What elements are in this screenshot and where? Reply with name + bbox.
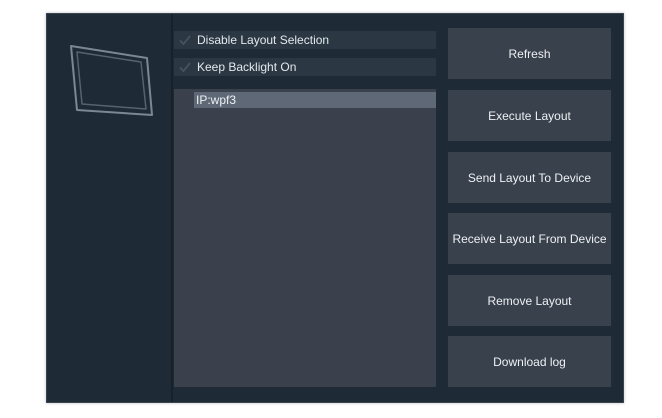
keep-backlight-on-label: Keep Backlight On: [197, 60, 297, 74]
tablet-icon: [70, 45, 153, 116]
remove-layout-button[interactable]: Remove Layout: [448, 275, 611, 326]
layout-manager-window: Disable Layout Selection Keep Backlight …: [46, 13, 624, 403]
send-layout-to-device-button[interactable]: Send Layout To Device: [448, 152, 611, 203]
keep-backlight-on-option[interactable]: Keep Backlight On: [174, 58, 436, 76]
keep-backlight-on-checkbox[interactable]: [178, 60, 192, 74]
download-log-button[interactable]: Download log: [448, 336, 611, 387]
disable-layout-selection-label: Disable Layout Selection: [197, 33, 330, 47]
disable-layout-selection-option[interactable]: Disable Layout Selection: [174, 31, 436, 49]
device-list[interactable]: IP:wpf3: [174, 89, 436, 387]
checkmark-icon: [179, 62, 191, 73]
checkmark-icon: [179, 35, 191, 46]
execute-layout-button[interactable]: Execute Layout: [448, 90, 611, 141]
refresh-button[interactable]: Refresh: [448, 28, 611, 79]
panel-divider: [171, 14, 173, 402]
disable-layout-selection-checkbox[interactable]: [178, 33, 192, 47]
receive-layout-from-device-button[interactable]: Receive Layout From Device: [448, 213, 611, 264]
list-item[interactable]: IP:wpf3: [194, 92, 436, 108]
